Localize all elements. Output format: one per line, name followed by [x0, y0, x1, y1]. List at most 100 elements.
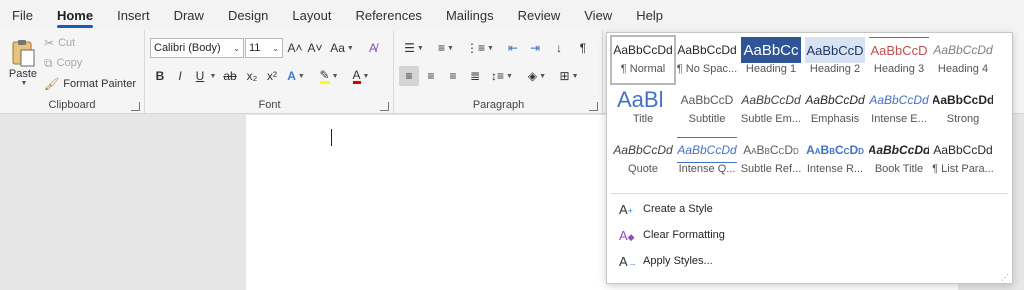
style-name: Strong — [946, 113, 980, 125]
text-cursor — [331, 129, 332, 146]
style-emphasis[interactable]: AaBbCcDd Emphasis — [804, 87, 866, 133]
style-title[interactable]: AaBl Title — [612, 87, 674, 133]
style-intense-emphasis[interactable]: AaBbCcDd Intense E... — [868, 87, 930, 133]
style-preview: AaBbCcDd — [677, 43, 737, 57]
multilevel-list-button[interactable]: ⋮≡ ▼ — [465, 38, 495, 58]
show-formatting-button[interactable]: ¶ — [573, 38, 593, 58]
paintbrush-icon: 🖌 — [44, 77, 60, 91]
tab-view[interactable]: View — [572, 0, 624, 30]
style-subtitle[interactable]: AaBbCcD Subtitle — [676, 87, 738, 133]
font-name-combo[interactable]: Calibri (Body) ⌄ — [150, 38, 244, 58]
bold-button[interactable]: B — [150, 66, 170, 86]
tab-draw[interactable]: Draw — [162, 0, 216, 30]
shrink-font-button[interactable]: A˅ — [305, 38, 325, 58]
scissors-icon: ✂ — [44, 36, 55, 50]
tab-insert[interactable]: Insert — [105, 0, 162, 30]
sort-button[interactable]: ↓ — [549, 38, 569, 58]
paint-bucket-icon: ◈ — [527, 69, 538, 83]
paragraph-launcher-icon[interactable] — [589, 102, 598, 111]
italic-button[interactable]: I — [170, 66, 190, 86]
cut-button[interactable]: ✂ Cut — [44, 34, 75, 52]
tab-help[interactable]: Help — [624, 0, 675, 30]
style-subtle-emphasis[interactable]: AaBbCcDd Subtle Em... — [740, 87, 802, 133]
format-painter-button[interactable]: 🖌 Format Painter — [44, 75, 136, 93]
style-name: ¶ Normal — [620, 63, 666, 75]
superscript-button[interactable]: x² — [262, 66, 282, 86]
increase-indent-button[interactable]: ⇥ — [525, 38, 545, 58]
paste-button[interactable]: Paste ▼ — [6, 34, 40, 90]
font-color-button[interactable]: A ▼ — [348, 66, 374, 86]
subscript-button[interactable]: x₂ — [242, 66, 262, 86]
style-heading-1[interactable]: AaBbCc Heading 1 — [740, 37, 802, 83]
justify-button[interactable]: ≣ — [465, 66, 485, 86]
strikethrough-button[interactable]: ab — [220, 66, 240, 86]
style-preview: AaBbCcDd — [933, 143, 993, 157]
copy-button[interactable]: ⧉ Copy — [44, 54, 82, 72]
tab-design[interactable]: Design — [216, 0, 280, 30]
copy-icon: ⧉ — [44, 55, 53, 70]
highlight-button[interactable]: ✎ ▼ — [316, 66, 342, 86]
tab-home[interactable]: Home — [45, 0, 105, 30]
align-left-button[interactable]: ≡ — [399, 66, 419, 86]
style-normal[interactable]: AaBbCcDd ¶ Normal — [610, 35, 676, 85]
decrease-indent-icon: ⇤ — [507, 41, 519, 55]
paste-icon — [12, 39, 35, 66]
create-style-button[interactable]: A+ Create a Style — [619, 198, 713, 220]
font-size-value: 11 — [249, 42, 261, 54]
paragraph-group: ☰ ▼ ≡ ▼ ⋮≡ ▼ ⇤ ⇥ ↓ ¶ ≡ ≡ ≡ ≣ ↕≡ ▼ ◈ ▼ ⊞ ▼ Para… — [395, 30, 603, 114]
paste-dropdown-icon[interactable]: ▼ — [21, 80, 28, 87]
bullets-button[interactable]: ☰ ▼ — [399, 38, 429, 58]
justify-icon: ≣ — [469, 69, 481, 83]
style-intense-quote[interactable]: AaBbCcDd Intense Q... — [676, 137, 738, 183]
shading-button[interactable]: ◈ ▼ — [523, 66, 551, 86]
align-right-button[interactable]: ≡ — [443, 66, 463, 86]
font-launcher-icon[interactable] — [380, 102, 389, 111]
text-effects-button[interactable]: A ▼ — [286, 66, 306, 86]
underline-dropdown-icon[interactable]: ▼ — [206, 66, 218, 86]
style-name: Subtle Ref... — [740, 163, 802, 175]
style-name: ¶ No Spac... — [676, 63, 738, 75]
style-preview: AaBbCcD — [805, 37, 865, 63]
style-heading-3[interactable]: AaBbCcD Heading 3 — [868, 37, 930, 83]
style-no-spacing[interactable]: AaBbCcDd ¶ No Spac... — [676, 37, 738, 83]
tab-file[interactable]: File — [0, 0, 45, 30]
style-heading-4[interactable]: AaBbCcDd Heading 4 — [932, 37, 994, 83]
style-strong[interactable]: AaBbCcDd Strong — [932, 87, 994, 133]
style-list-paragraph[interactable]: AaBbCcDd ¶ List Para... — [932, 137, 994, 183]
style-subtle-reference[interactable]: AaBbCcDd Subtle Ref... — [740, 137, 802, 183]
style-intense-reference[interactable]: AaBbCcDd Intense R... — [804, 137, 866, 183]
resize-grip-icon[interactable]: ⋰ — [1001, 273, 1009, 282]
tab-layout[interactable]: Layout — [280, 0, 343, 30]
grow-font-button[interactable]: A˄ — [285, 38, 305, 58]
style-name: Intense R... — [806, 163, 864, 175]
align-left-icon: ≡ — [405, 69, 413, 83]
style-book-title[interactable]: AaBbCcDd Book Title — [868, 137, 930, 183]
style-preview: AaBbCcDd — [741, 93, 801, 107]
numbering-button[interactable]: ≡ ▼ — [431, 38, 461, 58]
style-name: Heading 2 — [809, 63, 861, 75]
style-quote[interactable]: AaBbCcDd Quote — [612, 137, 674, 183]
clipboard-group: Paste ▼ ✂ Cut ⧉ Copy 🖌 Format Painter Cl… — [0, 30, 145, 114]
style-preview: AaBbCcDd — [677, 137, 737, 163]
tab-review[interactable]: Review — [506, 0, 573, 30]
line-spacing-icon: ↕≡ — [491, 69, 505, 83]
style-preview: AaBbCcDd — [869, 93, 929, 107]
style-name: Heading 4 — [937, 63, 989, 75]
clipboard-group-label: Clipboard — [48, 99, 96, 111]
borders-button[interactable]: ⊞ ▼ — [555, 66, 583, 86]
decrease-indent-button[interactable]: ⇤ — [503, 38, 523, 58]
clear-formatting-icon[interactable]: A̸ — [363, 38, 383, 58]
apply-styles-button[interactable]: A→ Apply Styles... — [619, 250, 713, 272]
change-case-button[interactable]: Aa ▼ — [329, 38, 355, 58]
font-size-combo[interactable]: 11 ⌄ — [245, 38, 283, 58]
style-name: Heading 1 — [745, 63, 797, 75]
tab-references[interactable]: References — [343, 0, 433, 30]
line-spacing-button[interactable]: ↕≡ ▼ — [487, 66, 517, 86]
tab-mailings[interactable]: Mailings — [434, 0, 506, 30]
style-heading-2[interactable]: AaBbCcD Heading 2 — [804, 37, 866, 83]
style-name: Heading 3 — [873, 63, 925, 75]
clipboard-launcher-icon[interactable] — [131, 102, 140, 111]
clear-formatting-button[interactable]: A◆ Clear Formatting — [619, 224, 725, 246]
align-center-button[interactable]: ≡ — [421, 66, 441, 86]
multilevel-list-icon: ⋮≡ — [466, 41, 486, 55]
